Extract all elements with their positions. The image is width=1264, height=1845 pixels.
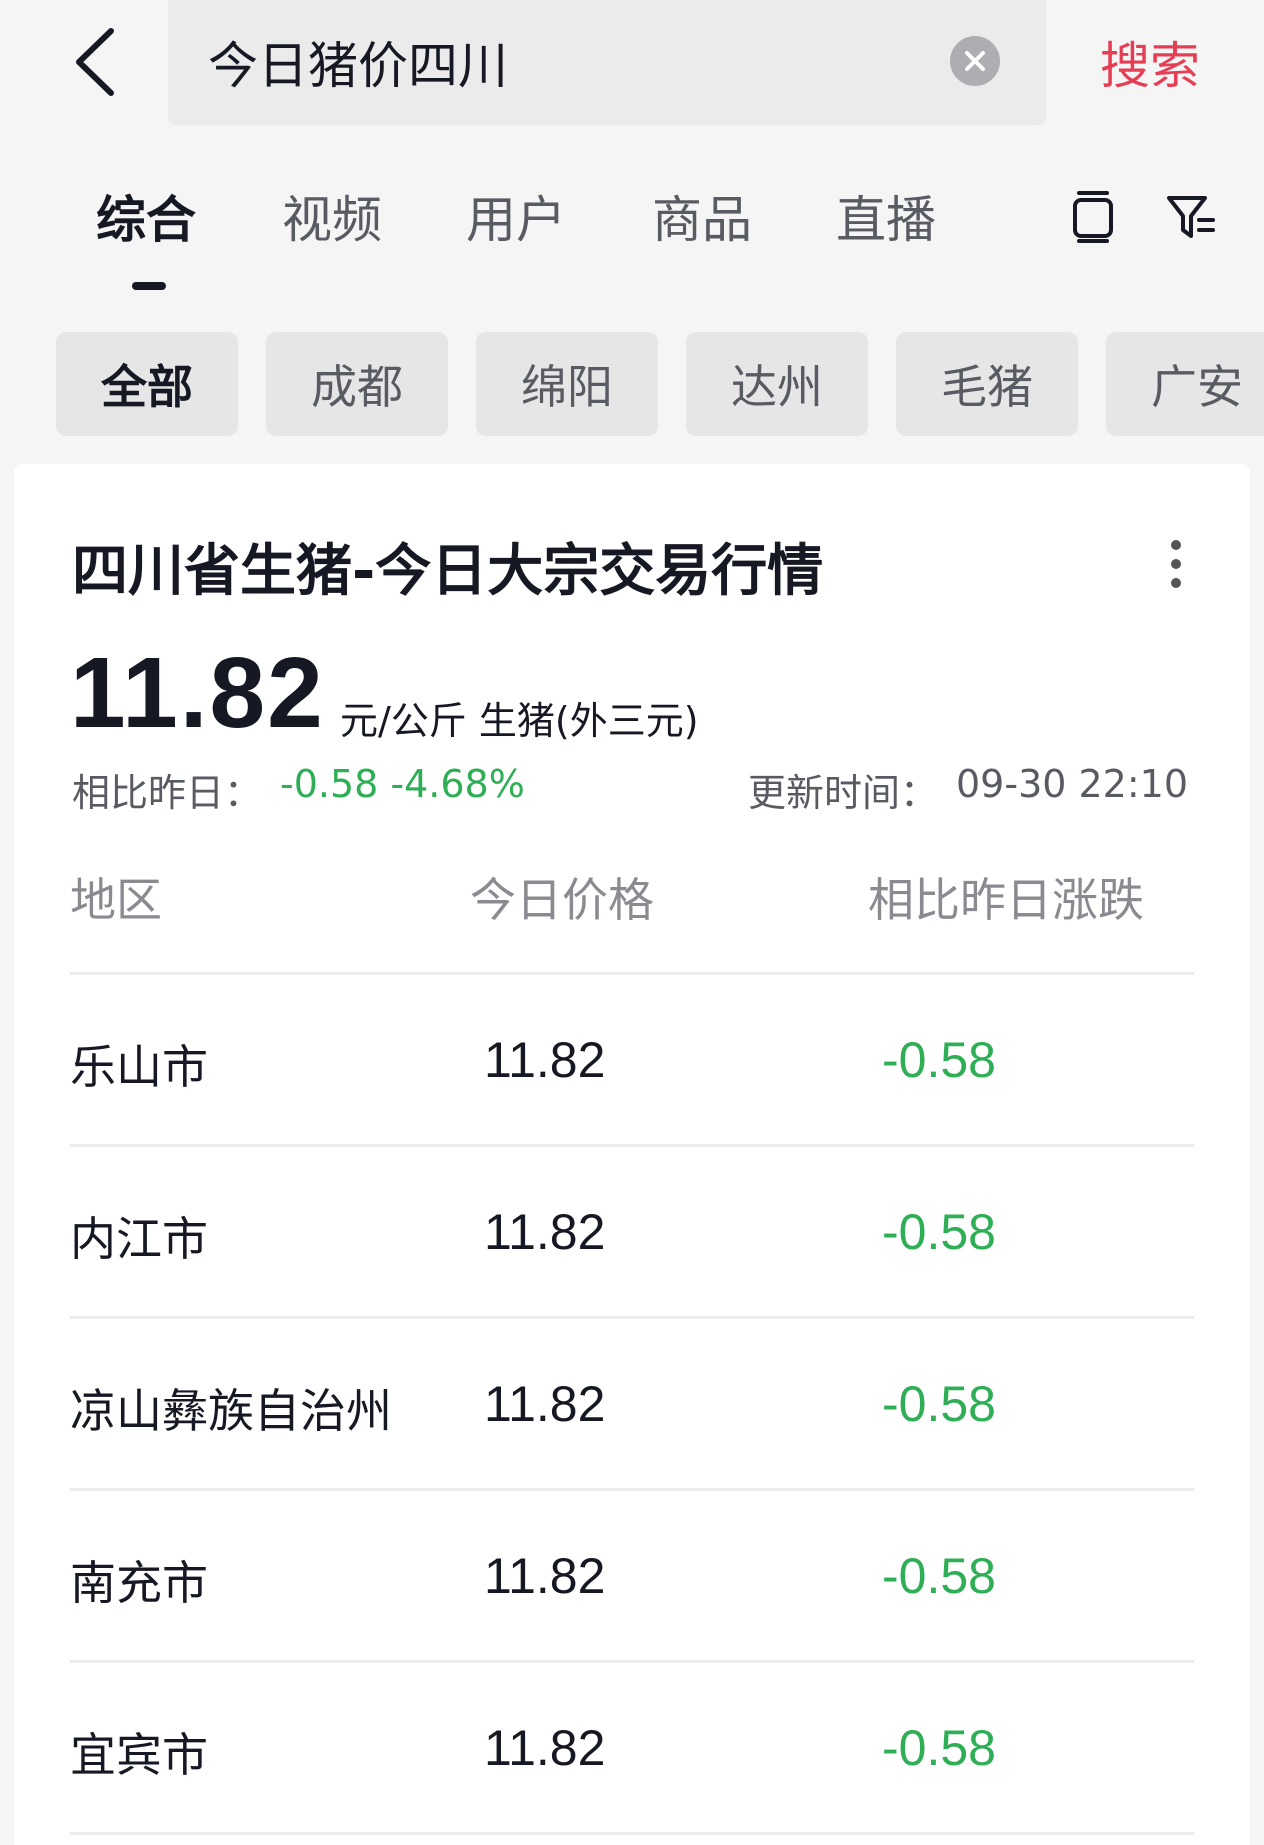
search-results-page: 搜索 综合 视频 用户 商品 直播 全部 成都 绵阳 达州 [0, 0, 1264, 1845]
column-header-change: 相比昨日涨跌 [868, 873, 1144, 927]
layout-toggle-button[interactable] [1058, 182, 1128, 252]
card-stack-icon [1073, 191, 1113, 243]
change-cell: -0.58 [882, 1376, 996, 1432]
table-row[interactable]: 乐山市 11.82 -0.58 [70, 975, 1194, 1147]
price-cell: 11.82 [484, 1720, 606, 1776]
tab-overflow-fade [1020, 190, 1034, 250]
change-cell: -0.58 [882, 1548, 996, 1604]
compare-value: -0.58 -4.68% [280, 762, 525, 806]
region-cell: 凉山彝族自治州 [70, 1384, 392, 1438]
tab-products[interactable]: 商品 [652, 180, 752, 252]
price-unit: 元/公斤 生猪(外三元) [340, 699, 699, 743]
price-cell: 11.82 [484, 1032, 606, 1088]
search-button[interactable]: 搜索 [1100, 26, 1200, 98]
chip-all[interactable]: 全部 [56, 332, 238, 436]
column-header-region: 地区 [70, 873, 162, 927]
compare-label: 相比昨日： [72, 771, 263, 815]
more-dots-icon [1171, 540, 1181, 550]
back-button[interactable] [60, 22, 130, 102]
result-tabs: 综合 视频 用户 商品 直播 [0, 170, 1264, 300]
search-header: 搜索 [0, 0, 1264, 130]
table-row[interactable]: 宜宾市 11.82 -0.58 [70, 1663, 1194, 1835]
update-time-label: 更新时间： [748, 771, 939, 815]
table-row[interactable]: 南充市 11.82 -0.58 [70, 1491, 1194, 1663]
region-chips: 全部 成都 绵阳 达州 毛猪 广安 [0, 332, 1264, 438]
market-price-card: 四川省生猪-今日大宗交易行情 11.82 元/公斤 生猪(外三元) 相比昨日： … [14, 464, 1250, 1845]
tab-users[interactable]: 用户 [466, 180, 566, 252]
region-cell: 南充市 [70, 1556, 208, 1610]
price-cell: 11.82 [484, 1204, 606, 1260]
close-icon [965, 51, 985, 71]
clear-search-button[interactable] [950, 36, 1000, 86]
chip-mianyang[interactable]: 绵阳 [476, 332, 658, 436]
current-price: 11.82 [70, 637, 325, 749]
filter-button[interactable] [1156, 182, 1226, 252]
price-cell: 11.82 [484, 1548, 606, 1604]
change-cell: -0.58 [882, 1204, 996, 1260]
tab-comprehensive[interactable]: 综合 [96, 180, 196, 252]
region-cell: 乐山市 [70, 1040, 208, 1094]
table-row[interactable]: 凉山彝族自治州 11.82 -0.58 [70, 1319, 1194, 1491]
card-title: 四川省生猪-今日大宗交易行情 [72, 539, 824, 604]
chip-guangan[interactable]: 广安 [1106, 332, 1264, 436]
tab-video[interactable]: 视频 [282, 180, 382, 252]
change-cell: -0.58 [882, 1720, 996, 1776]
filter-icon [1167, 196, 1215, 238]
chevron-left-icon [76, 28, 114, 96]
table-row[interactable]: 内江市 11.82 -0.58 [70, 1147, 1194, 1319]
column-header-price: 今日价格 [470, 873, 654, 927]
change-cell: -0.58 [882, 1032, 996, 1088]
chip-chengdu[interactable]: 成都 [266, 332, 448, 436]
search-field [168, 0, 1046, 125]
price-cell: 11.82 [484, 1376, 606, 1432]
region-cell: 内江市 [70, 1212, 208, 1266]
tab-live[interactable]: 直播 [836, 180, 936, 252]
chip-dazhou[interactable]: 达州 [686, 332, 868, 436]
region-cell: 宜宾市 [70, 1728, 208, 1782]
update-time-value: 09-30 22:10 [956, 762, 1189, 806]
active-tab-indicator [132, 282, 166, 290]
chip-live-hog[interactable]: 毛猪 [896, 332, 1078, 436]
search-input[interactable] [208, 22, 908, 102]
more-options-button[interactable] [1156, 534, 1196, 594]
